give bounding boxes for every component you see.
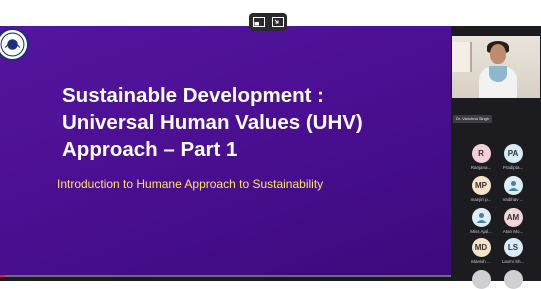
user-icon: [476, 213, 486, 223]
avatar-initials: MP: [475, 181, 487, 190]
slide-title-line-1: Sustainable Development :: [62, 84, 325, 107]
presentation-slide: Sustainable Development : Universal Huma…: [0, 26, 451, 277]
background-window: [452, 42, 472, 72]
exit-fullscreen-icon[interactable]: [270, 15, 285, 29]
participant-avatar: LS: [503, 238, 523, 257]
participant-avatar: MP: [471, 176, 491, 195]
progress-fill: [0, 275, 5, 277]
view-controls: [249, 13, 287, 31]
participant-avatar: R: [471, 144, 491, 163]
speaker-head: [490, 44, 506, 64]
picture-in-picture-icon[interactable]: [251, 15, 266, 29]
participant-tile[interactable]: LS Laxmi Sh...: [491, 238, 535, 264]
avatar-initials: R: [478, 149, 484, 158]
slide-title: Sustainable Development : Universal Huma…: [62, 82, 363, 163]
speaker-scarf: [489, 66, 507, 82]
participant-avatar: [471, 270, 491, 289]
participant-name: Pradipta...: [502, 165, 524, 170]
participant-avatar: AM: [503, 208, 523, 227]
participant-avatar: PA: [503, 144, 523, 163]
speaker-video-tile[interactable]: [452, 36, 540, 98]
participant-tile[interactable]: AM Atan Mo...: [491, 208, 535, 234]
slide-subtitle: Introduction to Humane Approach to Susta…: [57, 177, 324, 191]
participant-tile[interactable]: Vaibhav ...: [491, 176, 535, 202]
presentation-progress-bar[interactable]: [0, 275, 451, 277]
participant-avatar: [471, 208, 491, 227]
university-logo-icon: [0, 28, 29, 61]
avatar-initials: PA: [507, 149, 519, 158]
avatar-initials: LS: [507, 243, 519, 252]
user-icon: [508, 181, 518, 191]
participant-name: Vaibhav ...: [502, 197, 524, 202]
participant-name: Laxmi Sh...: [501, 259, 525, 264]
participant-avatar: [503, 176, 523, 195]
speaker-name-tag: Dr. Vanchna Singh: [453, 115, 493, 123]
participant-name: Atan Mo...: [502, 229, 524, 234]
participant-avatar: MD: [471, 238, 491, 257]
slide-title-line-2: Universal Human Values (UHV): [62, 111, 363, 134]
avatar-initials: MD: [474, 243, 488, 252]
participant-avatar: [503, 270, 523, 289]
slide-title-line-3: Approach – Part 1: [62, 138, 238, 161]
participant-tile-partial[interactable]: [491, 270, 535, 289]
participant-tile[interactable]: PA Pradipta...: [491, 144, 535, 170]
participants-panel: Dr. Vanchna Singh R Ranjana... PA Pradip…: [451, 26, 541, 289]
avatar-initials: AM: [506, 213, 520, 222]
